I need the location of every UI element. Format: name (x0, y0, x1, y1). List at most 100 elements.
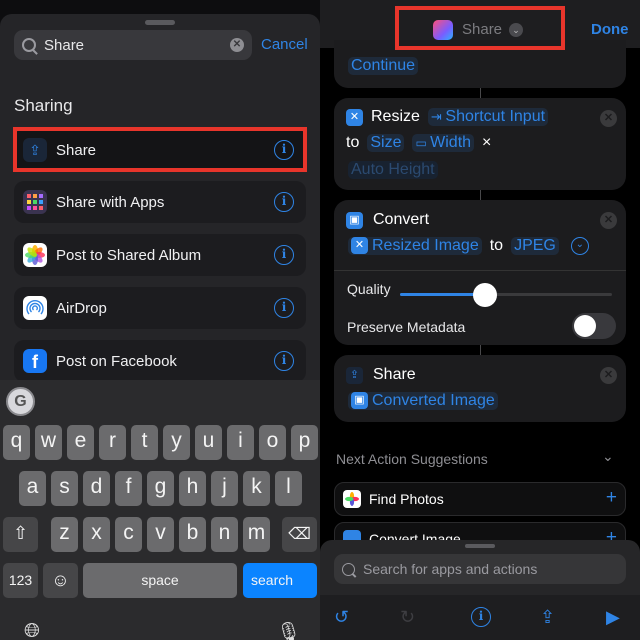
key-u[interactable]: u (195, 425, 222, 460)
info-icon[interactable]: i (274, 192, 294, 212)
key-j[interactable]: j (211, 471, 238, 506)
key-b[interactable]: b (179, 517, 206, 552)
preserve-metadata-toggle[interactable] (572, 313, 616, 339)
info-icon[interactable]: i (274, 351, 294, 371)
key-w[interactable]: w (35, 425, 62, 460)
token-label: Shortcut Input (445, 108, 546, 125)
app-grid-icon (23, 190, 47, 214)
suggestions-header: Next Action Suggestions (336, 451, 488, 467)
flow-connector (480, 345, 481, 355)
chevron-down-icon[interactable]: ⌄ (602, 448, 614, 465)
remove-action-icon[interactable]: ✕ (600, 367, 617, 384)
suggestion-label: Find Photos (369, 491, 444, 507)
key-d[interactable]: d (83, 471, 110, 506)
token-label: Width (430, 134, 472, 151)
drawer-grabber[interactable] (465, 544, 495, 548)
key-n[interactable]: n (211, 517, 238, 552)
key-v[interactable]: v (147, 517, 174, 552)
key-z[interactable]: z (51, 517, 78, 552)
editor-toolbar: ↺ ↻ i ⇪ ▶ (320, 595, 640, 640)
left-panel: Share ✕ Cancel Sharing ⇪ Share i Share w… (0, 0, 320, 640)
key-c[interactable]: c (115, 517, 142, 552)
token-label: Resized Image (372, 237, 479, 254)
remove-action-icon[interactable]: ✕ (600, 212, 617, 229)
action-title: Convert (373, 211, 430, 228)
info-icon[interactable]: i (274, 298, 294, 318)
add-icon[interactable]: + (606, 487, 617, 509)
numbers-key[interactable]: 123 (3, 563, 38, 598)
size-token[interactable]: Size (367, 134, 405, 152)
action-title: Resize (371, 108, 420, 125)
key-a[interactable]: a (19, 471, 46, 506)
search-field[interactable]: Share ✕ (14, 30, 252, 60)
key-g[interactable]: g (147, 471, 174, 506)
format-token[interactable]: JPEG (511, 237, 559, 255)
delete-key[interactable]: ⌫ (282, 517, 317, 552)
resized-image-token[interactable]: ✕ Resized Image (348, 237, 482, 255)
microphone-icon[interactable]: 🎙︎ (276, 620, 301, 640)
key-o[interactable]: o (259, 425, 286, 460)
key-l[interactable]: l (275, 471, 302, 506)
emoji-key[interactable]: ☺ (43, 563, 78, 598)
key-f[interactable]: f (115, 471, 142, 506)
key-t[interactable]: t (131, 425, 158, 460)
key-x[interactable]: x (83, 517, 110, 552)
to-label: to (489, 237, 504, 254)
shortcut-input-token[interactable]: ⇥ Shortcut Input (427, 108, 549, 126)
key-y[interactable]: y (163, 425, 190, 460)
result-share-with-apps[interactable]: Share with Apps i (14, 181, 306, 223)
shift-key[interactable]: ⇧ (3, 517, 38, 552)
info-icon[interactable]: i (471, 607, 491, 627)
share-icon[interactable]: ⇪ (540, 607, 555, 628)
result-airdrop[interactable]: AirDrop i (14, 287, 306, 329)
space-key[interactable]: space (83, 563, 237, 598)
key-k[interactable]: k (243, 471, 270, 506)
clear-search-button[interactable]: ✕ (230, 38, 244, 52)
key-s[interactable]: s (51, 471, 78, 506)
done-button[interactable]: Done (591, 21, 629, 38)
preserve-metadata-label: Preserve Metadata (347, 319, 466, 335)
key-e[interactable]: e (67, 425, 94, 460)
globe-icon[interactable]: 🌐︎ (24, 620, 40, 640)
airdrop-icon (23, 296, 47, 320)
height-field[interactable]: Auto Height (348, 161, 438, 179)
result-share[interactable]: ⇪ Share i (14, 129, 306, 171)
cancel-button[interactable]: Cancel (261, 36, 308, 53)
info-icon[interactable]: i (274, 245, 294, 265)
remove-action-icon[interactable]: ✕ (600, 110, 617, 127)
right-panel: Continue Share ⌄ Done ✕ Resize ⇥ Shortcu… (320, 0, 640, 640)
search-key[interactable]: search (243, 563, 317, 598)
info-icon[interactable]: i (274, 140, 294, 160)
photos-icon (23, 243, 47, 267)
key-p[interactable]: p (291, 425, 318, 460)
result-label: AirDrop (56, 299, 107, 317)
key-r[interactable]: r (99, 425, 126, 460)
redo-icon[interactable]: ↻ (400, 607, 415, 628)
key-h[interactable]: h (179, 471, 206, 506)
continue-token[interactable]: Continue (348, 57, 419, 75)
result-post-on-facebook[interactable]: f Post on Facebook i (14, 340, 306, 382)
suggestion-find-photos[interactable]: Find Photos + (334, 482, 626, 516)
slider-knob[interactable] (472, 283, 497, 307)
quality-label: Quality (347, 281, 391, 297)
sheet-grabber[interactable] (145, 20, 175, 25)
key-i[interactable]: i (227, 425, 254, 460)
search-input[interactable]: Share (44, 37, 84, 54)
resize-icon: ✕ (346, 108, 363, 126)
key-m[interactable]: m (243, 517, 270, 552)
actions-search-field[interactable]: Search for apps and actions (334, 554, 626, 584)
result-post-to-shared-album[interactable]: Post to Shared Album i (14, 234, 306, 276)
quality-slider[interactable] (400, 283, 612, 307)
undo-icon[interactable]: ↺ (334, 607, 349, 628)
share-icon: ⇪ (346, 366, 363, 384)
key-q[interactable]: q (3, 425, 30, 460)
width-token[interactable]: ▭ Width (412, 134, 475, 152)
play-icon[interactable]: ▶ (606, 607, 620, 628)
converted-image-token[interactable]: ▣ Converted Image (348, 392, 498, 410)
text-icon: ▭ (415, 136, 431, 150)
actions-search-input[interactable]: Search for apps and actions (363, 561, 537, 577)
image-icon: ▣ (351, 392, 368, 410)
grammarly-icon[interactable]: G (6, 387, 35, 416)
expand-chevron-icon[interactable]: ⌄ (570, 237, 589, 255)
to-label: to (346, 134, 360, 151)
